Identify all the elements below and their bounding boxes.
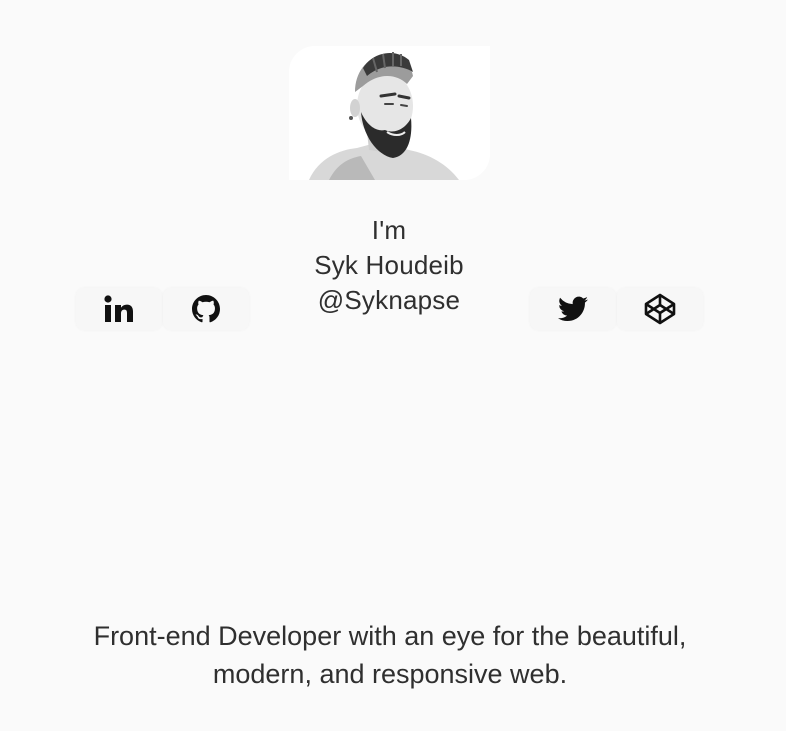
codepen-icon [644,293,676,325]
profile-photo [289,46,490,180]
bio-line-2: modern, and responsive web. [212,659,568,689]
intro-block: I'm Syk Houdeib @Syknapse [243,213,535,318]
codepen-link[interactable] [617,288,703,330]
github-icon [192,295,220,323]
profile-handle: @Syknapse [317,285,461,315]
profile-photo-image [289,46,490,180]
bio-text: Front-end Developer with an eye for the … [60,617,720,693]
linkedin-icon [104,295,133,322]
intro-greeting: I'm [371,215,407,245]
github-link[interactable] [163,288,249,330]
twitter-icon [558,296,588,321]
twitter-link[interactable] [530,288,616,330]
profile-name: Syk Houdeib [314,250,464,280]
linkedin-link[interactable] [76,288,162,330]
bio-line-1: Front-end Developer with an eye for the … [93,621,687,651]
